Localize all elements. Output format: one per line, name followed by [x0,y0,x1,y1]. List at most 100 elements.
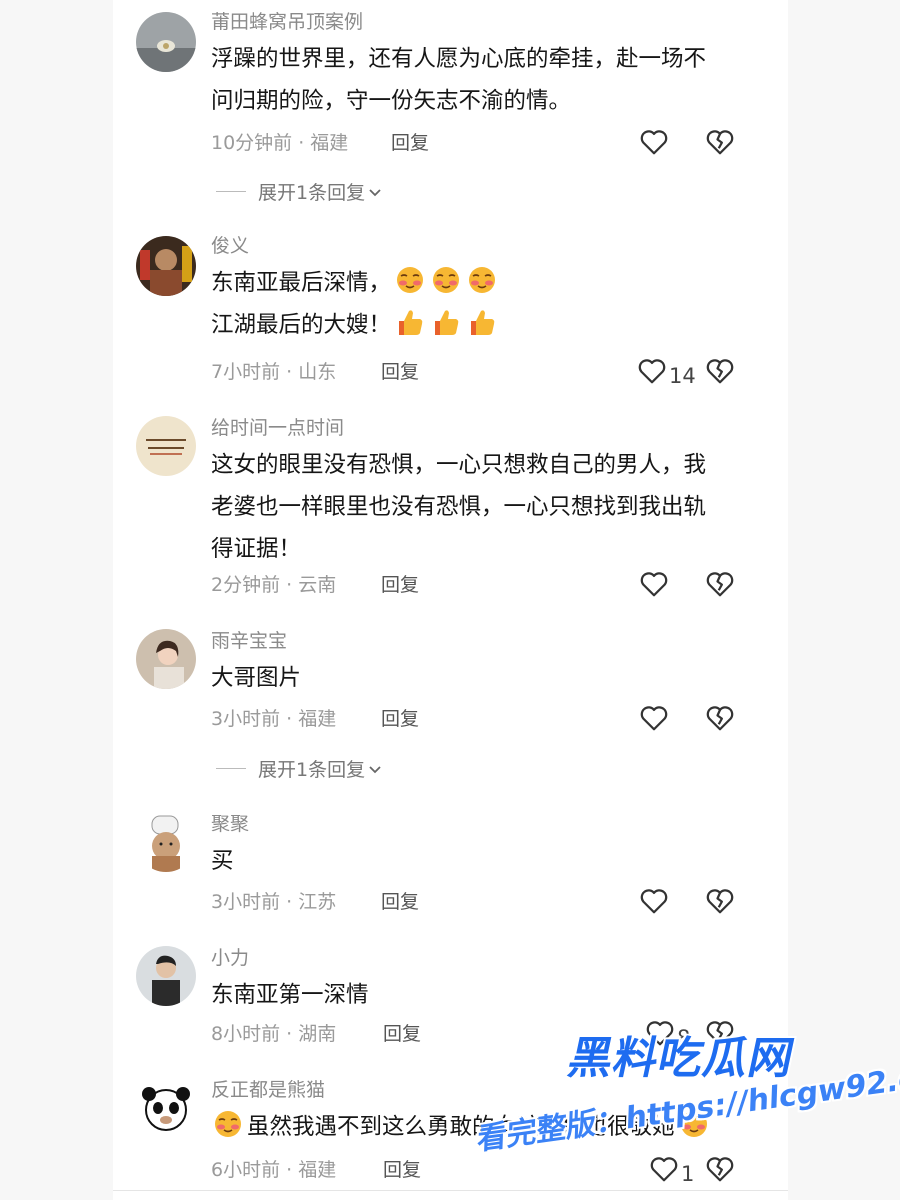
dislike-button[interactable] [705,128,735,156]
comment-body: 雨辛宝宝 大哥图片 3小时前 · 福建 回复 [211,629,771,731]
heart-outline-icon [639,128,669,165]
comment-line: 这女的眼里没有恐惧，一心只想救自己的男人，我 [211,452,707,478]
divider [113,1190,788,1191]
avatar[interactable] [136,236,196,296]
time-location: 10分钟前 · 福建 [211,132,349,154]
time-location: 3小时前 · 福建 [211,708,337,730]
username[interactable]: 雨辛宝宝 [211,629,771,653]
dislike-button[interactable] [705,704,735,732]
broken-heart-icon [705,130,735,161]
reply-button[interactable]: 回复 [381,887,419,917]
dislike-button[interactable] [705,1019,735,1047]
avatar[interactable] [136,629,196,689]
comment-line: 浮躁的世界里，还有人愿为心底的牵挂，赴一场不 [211,46,707,72]
broken-heart-icon [705,1021,735,1052]
username[interactable]: 小力 [211,946,771,970]
expand-label: 展开1条回复 [258,758,366,781]
like-count: 8 [677,1025,691,1050]
time-location: 8小时前 · 湖南 [211,1023,337,1045]
like-button[interactable] [639,704,671,741]
divider [216,767,246,769]
comment-meta: 6小时前 · 福建 回复 1 [211,1155,771,1186]
expand-label: 展开1条回复 [258,181,366,204]
thumbs-up-emoji-icon [393,307,427,337]
comment-line: 江湖最后的大嫂！ [211,304,771,346]
heart-outline-icon [645,1019,675,1056]
username[interactable]: 反正都是熊猫 [211,1078,771,1102]
comment-line: 虽然我遇不到这么勇敢的女孩，但也很敬她 [211,1106,771,1148]
blush-emoji-icon [211,1109,245,1139]
comment-meta: 2分钟前 · 云南 回复 [211,570,771,600]
dislike-button[interactable] [705,887,735,915]
heart-outline-icon [639,570,669,607]
comment-meta: 8小时前 · 湖南 回复 8 [211,1019,771,1050]
comment-body: 俊义 东南亚最后深情， 江湖最后的大嫂！ 7小时前 · 山东 回复 14 [211,234,771,388]
comment-body: 小力 东南亚第一深情 8小时前 · 湖南 回复 8 [211,946,771,1050]
comment-line-text: 虽然我遇不到这么勇敢的女孩，但也很敬她 [247,1114,675,1140]
comment-line: 买 [211,848,234,874]
reply-button[interactable]: 回复 [381,704,419,734]
comment-meta: 7小时前 · 山东 回复 14 [211,357,771,388]
comment-body: 反正都是熊猫 虽然我遇不到这么勇敢的女孩，但也很敬她 6小时前 · 福建 回复 … [211,1078,771,1186]
comment-text: 大哥图片 [211,657,771,699]
broken-heart-icon [705,572,735,603]
thumbs-up-emoji-icon [465,307,499,337]
divider [216,190,246,192]
blush-emoji-icon [465,265,499,295]
like-button[interactable] [639,128,671,165]
dislike-button[interactable] [705,1155,735,1183]
username[interactable]: 给时间一点时间 [211,416,771,440]
expand-replies-button[interactable]: 展开1条回复 [216,176,383,206]
heart-outline-icon [649,1155,679,1192]
thumbs-up-emoji-icon [429,307,463,337]
comment-line: 大哥图片 [211,665,302,691]
comment-line: 老婆也一样眼里也没有恐惧，一心只想找到我出轨 [211,494,707,520]
avatar[interactable] [136,1078,196,1138]
like-button[interactable]: 1 [649,1155,694,1192]
reply-button[interactable]: 回复 [381,357,419,387]
time-location: 7小时前 · 山东 [211,361,337,383]
like-button[interactable] [639,570,671,607]
comment-body: 聚聚 买 3小时前 · 江苏 回复 [211,812,771,914]
comment-line: 东南亚第一深情 [211,982,369,1008]
comment-text: 浮躁的世界里，还有人愿为心底的牵挂，赴一场不 问归期的险，守一份矢志不渝的情。 [211,38,771,122]
username[interactable]: 俊义 [211,234,771,258]
comment-meta: 10分钟前 · 福建 回复 [211,128,771,158]
reply-button[interactable]: 回复 [383,1155,421,1185]
dislike-button[interactable] [705,570,735,598]
reply-button[interactable]: 回复 [383,1019,421,1049]
blush-emoji-icon [677,1109,711,1139]
username[interactable]: 莆田蜂窝吊顶案例 [211,10,771,34]
expand-replies-button[interactable]: 展开1条回复 [216,753,383,783]
comment-meta: 3小时前 · 福建 回复 [211,704,771,734]
reply-button[interactable]: 回复 [381,570,419,600]
reply-button[interactable]: 回复 [391,128,429,158]
comment-line-text: 东南亚最后深情， [211,270,392,296]
avatar[interactable] [136,416,196,476]
heart-outline-icon [639,704,669,741]
comment-text: 东南亚第一深情 [211,974,771,1016]
dislike-button[interactable] [705,357,735,385]
broken-heart-icon [705,359,735,390]
like-count: 1 [681,1161,695,1186]
avatar[interactable] [136,812,196,872]
broken-heart-icon [705,706,735,737]
time-location: 2分钟前 · 云南 [211,574,337,596]
comment-text: 虽然我遇不到这么勇敢的女孩，但也很敬她 [211,1106,771,1148]
like-button[interactable]: 8 [645,1019,690,1056]
blush-emoji-icon [393,265,427,295]
chevron-down-icon [367,183,383,199]
comment-text: 东南亚最后深情， 江湖最后的大嫂！ [211,262,771,346]
avatar[interactable] [136,946,196,1006]
comment-line: 东南亚最后深情， [211,262,771,304]
username[interactable]: 聚聚 [211,812,771,836]
like-button[interactable]: 14 [637,357,696,394]
like-button[interactable] [639,887,671,924]
comment-body: 给时间一点时间 这女的眼里没有恐惧，一心只想救自己的男人，我 老婆也一样眼里也没… [211,416,771,597]
comment-line: 得证据！ [211,536,302,562]
comment-panel: 莆田蜂窝吊顶案例 浮躁的世界里，还有人愿为心底的牵挂，赴一场不 问归期的险，守一… [113,0,788,1200]
time-location: 6小时前 · 福建 [211,1159,337,1181]
broken-heart-icon [705,889,735,920]
comment-text: 这女的眼里没有恐惧，一心只想救自己的男人，我 老婆也一样眼里也没有恐惧，一心只想… [211,444,771,570]
avatar[interactable] [136,12,196,72]
